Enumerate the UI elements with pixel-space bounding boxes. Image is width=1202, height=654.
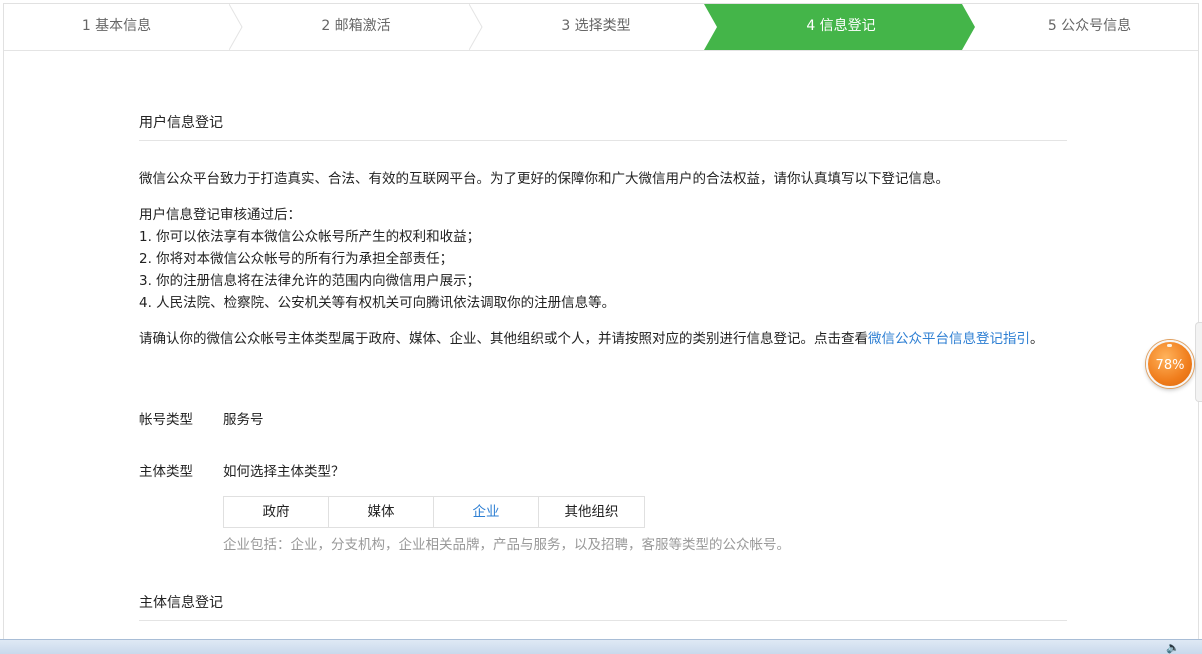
subject-tab-other-org[interactable]: 其他组织: [539, 497, 644, 527]
divider: [139, 620, 1067, 621]
speaker-icon[interactable]: 🔈: [1166, 641, 1180, 654]
subject-info-section-title: 主体信息登记: [139, 595, 223, 611]
subject-tab-enterprise[interactable]: 企业: [434, 497, 539, 527]
confirm-paragraph: 请确认你的微信公众帐号主体类型属于政府、媒体、企业、其他组织或个人，并请按照对应…: [139, 328, 1059, 350]
step-select-type: 3 选择类型: [561, 18, 631, 34]
subject-type-label: 主体类型: [139, 464, 193, 480]
step-separator: [229, 4, 243, 50]
enterprise-hint: 企业包括：企业，分支机构，企业相关品牌，产品与服务，以及招聘，客服等类型的公众帐…: [223, 537, 790, 553]
benefit-item-4: 4. 人民法院、检察院、公安机关等有权机关可向腾讯依法调取你的注册信息等。: [139, 295, 616, 311]
step-progress-bar: 1 基本信息 2 邮箱激活 3 选择类型 4 信息登记 5 公众号信息: [4, 4, 1198, 51]
benefit-item-1: 1. 你可以依法享有本微信公众帐号所产生的权利和收益；: [139, 229, 481, 245]
benefit-item-3: 3. 你的注册信息将在法律允许的范围内向微信用户展示；: [139, 273, 481, 289]
account-type-value: 服务号: [223, 412, 264, 428]
how-to-choose-subject-link[interactable]: 如何选择主体类型？: [223, 460, 345, 480]
subject-tab-media[interactable]: 媒体: [329, 497, 434, 527]
user-info-section-title: 用户信息登记: [139, 115, 223, 131]
divider: [139, 140, 1067, 141]
step-separator: [469, 4, 483, 50]
benefit-item-2: 2. 你将对本微信公众帐号的所有行为承担全部责任；: [139, 251, 454, 267]
confirm-text: 请确认你的微信公众帐号主体类型属于政府、媒体、企业、其他组织或个人，并请按照对应…: [139, 331, 868, 347]
subject-tab-government[interactable]: 政府: [224, 497, 329, 527]
step-account-info: 5 公众号信息: [1047, 18, 1132, 34]
taskbar: 🔈: [0, 639, 1202, 654]
intro-paragraph: 微信公众平台致力于打造真实、合法、有效的互联网平台。为了更好的保障你和广大微信用…: [139, 171, 949, 187]
subject-type-tabs: 政府 媒体 企业 其他组织: [223, 496, 645, 528]
step-email-activation: 2 邮箱激活: [321, 18, 391, 34]
confirm-end: 。: [1030, 331, 1044, 347]
registration-window: 1 基本信息 2 邮箱激活 3 选择类型 4 信息登记 5 公众号信息 用户信息…: [3, 3, 1199, 639]
badge-highlight: [1167, 344, 1172, 347]
step-info-registration: 4 信息登记: [806, 18, 876, 34]
side-tab[interactable]: [1195, 322, 1202, 402]
account-type-label: 帐号类型: [139, 412, 193, 428]
progress-badge[interactable]: 78%: [1146, 340, 1194, 388]
registration-guide-link[interactable]: 微信公众平台信息登记指引: [868, 331, 1030, 347]
review-passed-heading: 用户信息登记审核通过后：: [139, 207, 301, 223]
step-basic-info: 1 基本信息: [81, 18, 152, 34]
